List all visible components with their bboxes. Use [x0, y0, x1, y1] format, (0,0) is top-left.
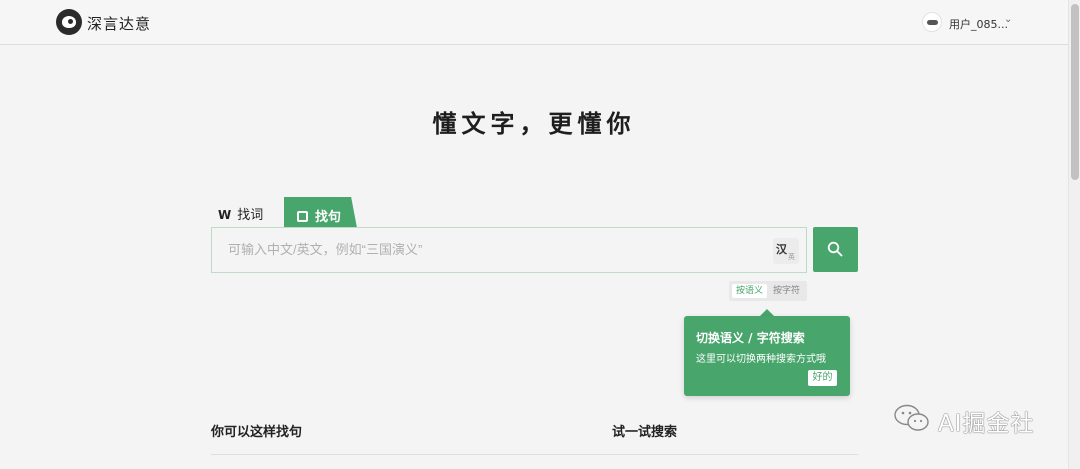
brand-name[interactable]: 深言达意 — [87, 13, 151, 34]
chevron-down-icon[interactable]: ⌄ — [1004, 14, 1012, 25]
page-title: 懂文字，更懂你 — [432, 109, 636, 138]
scrollbar[interactable] — [1068, 0, 1080, 469]
search-mode-switch: 按语义 按字符 — [729, 281, 807, 301]
section-heading-examples: 你可以这样找句 — [211, 425, 303, 440]
username[interactable]: 用户_085... — [949, 16, 1008, 32]
tab-find-sentence[interactable]: 找句 — [284, 197, 357, 228]
search-box: 汉 英 — [211, 227, 807, 273]
tab-find-sentence-label: 找句 — [315, 210, 342, 225]
mode-semantic[interactable]: 按语义 — [732, 284, 767, 298]
search-button[interactable] — [813, 227, 858, 272]
watermark-text: AI掘金社 — [938, 411, 1035, 437]
tooltip-arrow — [760, 309, 774, 316]
guide-tooltip: 切换语义 / 字符搜索 这里可以切换两种搜索方式哦 好的 — [684, 316, 850, 396]
wechat-icon — [894, 404, 929, 431]
section-heading-try: 试一试搜索 — [612, 425, 678, 440]
scrollbar-thumb[interactable] — [1071, 4, 1079, 180]
search-input[interactable] — [228, 242, 748, 257]
sentence-icon — [297, 211, 308, 222]
word-icon: W — [218, 208, 232, 222]
logo-icon[interactable] — [56, 9, 82, 35]
language-sub-label: 英 — [788, 253, 795, 261]
tab-find-word[interactable]: W 找词 — [218, 204, 263, 226]
tab-find-word-label: 找词 — [237, 208, 264, 223]
avatar-icon[interactable] — [922, 12, 942, 32]
divider — [211, 454, 858, 455]
tooltip-title: 切换语义 / 字符搜索 — [696, 331, 805, 345]
language-main-label: 汉 — [776, 243, 787, 256]
tooltip-ok-button[interactable]: 好的 — [808, 370, 837, 386]
top-header: 深言达意 用户_085... ⌄ — [0, 0, 1068, 45]
mode-character[interactable]: 按字符 — [769, 284, 804, 298]
tooltip-text: 这里可以切换两种搜索方式哦 — [696, 354, 826, 365]
language-toggle[interactable]: 汉 英 — [773, 238, 799, 264]
search-icon — [827, 241, 843, 257]
